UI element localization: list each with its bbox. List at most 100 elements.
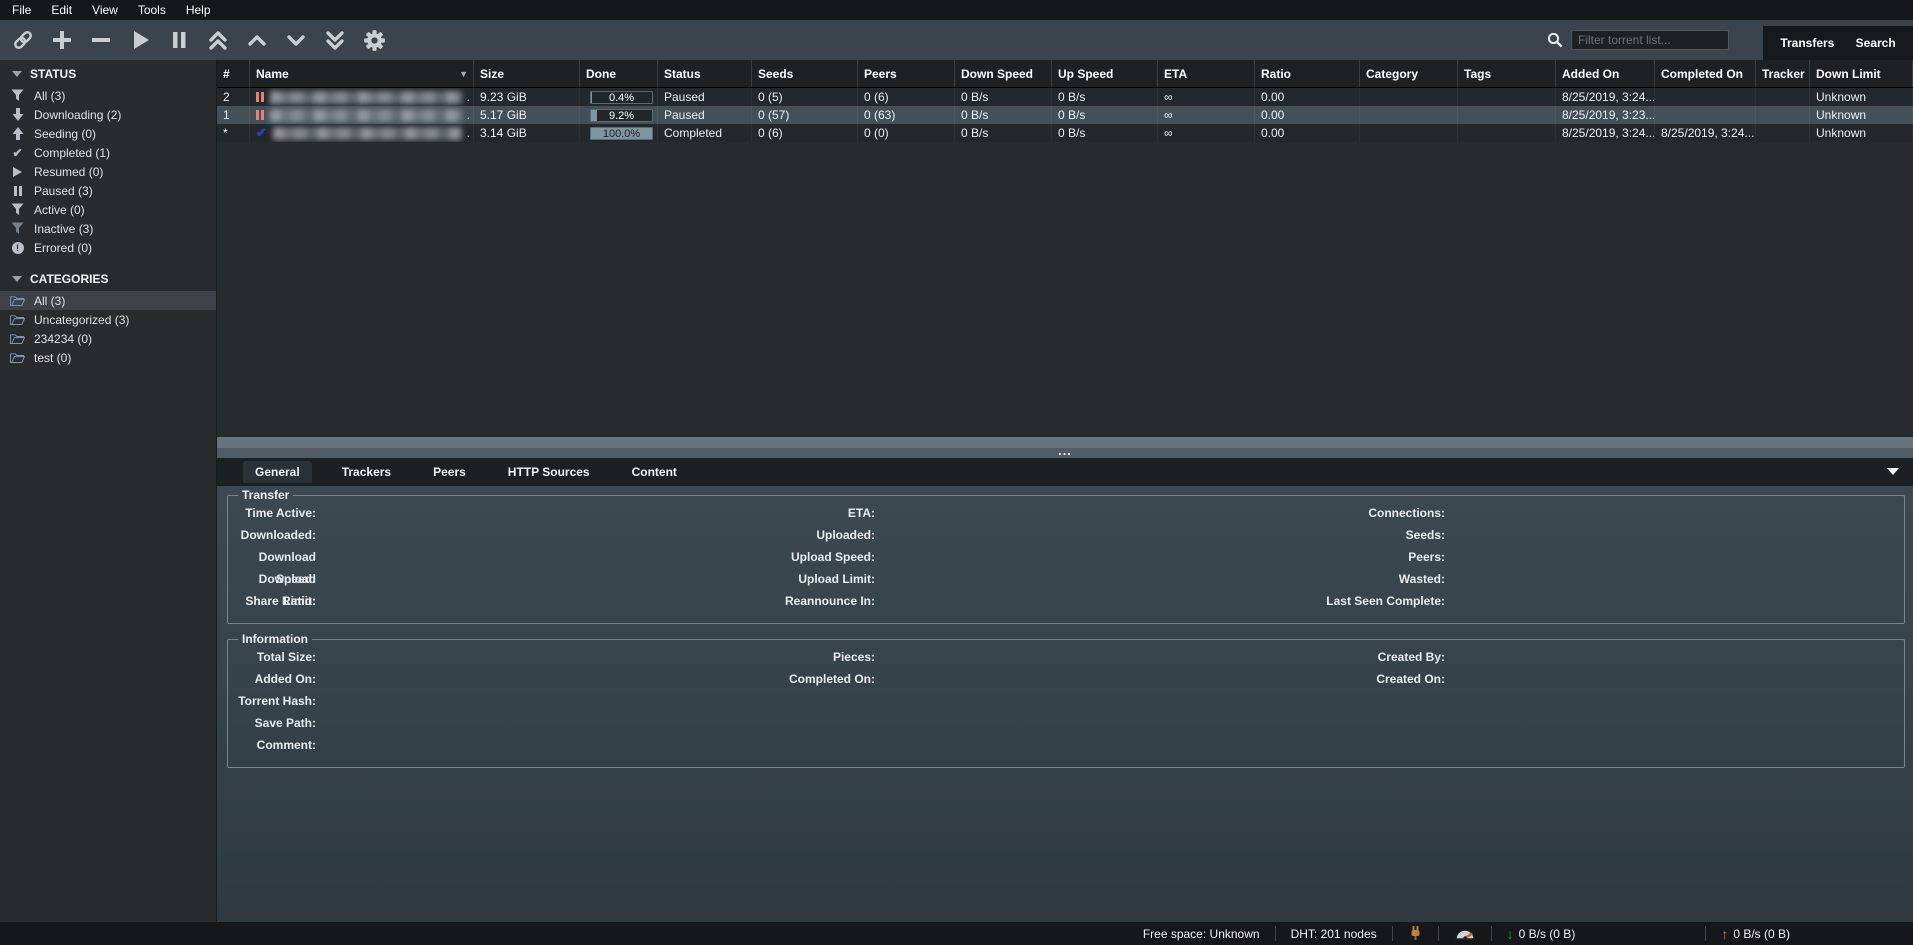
download-arrow-icon: ↓ [1507, 926, 1514, 942]
sidebar-item-seeding[interactable]: Seeding (0) [0, 124, 216, 143]
category-uncategorized[interactable]: Uncategorized (3) [0, 310, 216, 329]
column-header-up-speed[interactable]: Up Speed [1052, 60, 1158, 87]
column-header-status[interactable]: Status [658, 60, 752, 87]
filter-torrent-input[interactable] [1571, 30, 1729, 50]
move-bottom-button[interactable] [322, 27, 348, 53]
sort-desc-icon: ▼ [459, 60, 468, 87]
menu-tools[interactable]: Tools [134, 1, 180, 19]
category-234234[interactable]: 234234 (0) [0, 329, 216, 348]
field-label: Connections: [1235, 502, 1445, 524]
minus-icon [89, 28, 113, 52]
filter-dim-icon [10, 222, 25, 235]
category-test[interactable]: test (0) [0, 348, 216, 367]
add-torrent-button[interactable] [49, 27, 75, 53]
add-link-button[interactable] [10, 27, 36, 53]
panel-splitter-handle[interactable]: ... [217, 448, 1913, 458]
column-header-size[interactable]: Size [474, 60, 580, 87]
tab-transfers[interactable]: Transfers [1776, 34, 1838, 52]
menu-edit[interactable]: Edit [47, 1, 86, 19]
connection-status-icon [1408, 925, 1423, 942]
general-details-panel: Transfer Time Active:ETA:Connections: Do… [217, 486, 1913, 922]
delete-torrent-button[interactable] [88, 27, 114, 53]
transfer-section-title: Transfer [238, 488, 293, 502]
menu-view[interactable]: View [88, 1, 132, 19]
gear-icon [362, 28, 387, 53]
field-label: Time Active: [228, 502, 316, 524]
status-header[interactable]: STATUS [0, 60, 216, 86]
chevron-down-icon [284, 28, 308, 52]
global-upload-speed[interactable]: ↑0 B/s (0 B) [1721, 926, 1790, 942]
move-down-button[interactable] [283, 27, 309, 53]
pause-icon [167, 28, 191, 52]
tab-search[interactable]: Search [1852, 34, 1900, 52]
censored-torrent-name [273, 127, 462, 140]
qbittorrent-webui: File Edit View Tools Help Transfers Sear… [0, 0, 1913, 945]
table-row[interactable]: 2 . 9.23 GiB 0.4% Paused 0 (5) 0 (6) 0 B… [217, 88, 1913, 106]
sidebar-item-resumed[interactable]: Resumed (0) [0, 162, 216, 181]
pause-icon [10, 186, 25, 196]
column-header-ratio[interactable]: Ratio [1255, 60, 1360, 87]
options-button[interactable] [361, 27, 387, 53]
sidebar-item-paused[interactable]: Paused (3) [0, 181, 216, 200]
global-download-speed[interactable]: ↓0 B/s (0 B) [1507, 926, 1576, 942]
field-label: Pieces: [665, 646, 875, 668]
column-header-completed-on[interactable]: Completed On [1655, 60, 1756, 87]
table-row[interactable]: 1 . 5.17 GiB 9.2% Paused 0 (57) 0 (63) 0… [217, 106, 1913, 124]
move-up-button[interactable] [244, 27, 270, 53]
column-header-done[interactable]: Done [580, 60, 658, 87]
column-header-category[interactable]: Category [1360, 60, 1458, 87]
table-row[interactable]: * ✔. 3.14 GiB 100.0% Completed 0 (6) 0 (… [217, 124, 1913, 142]
alt-speed-limits-gauge-icon[interactable] [1454, 926, 1476, 941]
check-icon: ✔ [10, 146, 25, 160]
field-label: Save Path: [228, 712, 316, 734]
link-icon [11, 28, 35, 52]
progress-bar: 9.2% [590, 109, 653, 122]
paused-state-icon [256, 110, 264, 120]
field-label: Added On: [228, 668, 316, 690]
menu-file[interactable]: File [8, 1, 45, 19]
tab-http-sources[interactable]: HTTP Sources [496, 461, 602, 483]
pause-button[interactable] [166, 27, 192, 53]
upload-arrow-icon: ↑ [1721, 926, 1728, 942]
column-header-eta[interactable]: ETA [1158, 60, 1255, 87]
detail-tab-bar: General Trackers Peers HTTP Sources Cont… [217, 458, 1913, 486]
progress-bar: 0.4% [590, 91, 653, 104]
tab-general[interactable]: General [243, 461, 312, 483]
sidebar-item-errored[interactable]: !Errored (0) [0, 238, 216, 257]
column-header-peers[interactable]: Peers [858, 60, 955, 87]
column-header-down-limit[interactable]: Down Limit [1810, 60, 1913, 87]
field-label: ETA: [665, 502, 875, 524]
move-top-button[interactable] [205, 27, 231, 53]
panel-collapse-caret-icon[interactable] [1887, 468, 1899, 475]
tab-content[interactable]: Content [620, 461, 689, 483]
table-header: # Name▼ Size Done Status Seeds Peers Dow… [217, 60, 1913, 88]
toolbar: Transfers Search [0, 20, 1913, 60]
field-label: Upload Limit: [665, 568, 875, 590]
tab-peers[interactable]: Peers [421, 461, 478, 483]
search-icon [1547, 32, 1563, 48]
column-header-seeds[interactable]: Seeds [752, 60, 858, 87]
field-label: Uploaded: [665, 524, 875, 546]
tab-trackers[interactable]: Trackers [330, 461, 403, 483]
column-header-added-on[interactable]: Added On [1556, 60, 1655, 87]
resume-button[interactable] [127, 27, 153, 53]
column-header-name[interactable]: Name▼ [250, 60, 474, 87]
sidebar-item-inactive[interactable]: Inactive (3) [0, 219, 216, 238]
column-header-tags[interactable]: Tags [1458, 60, 1556, 87]
column-header-down-speed[interactable]: Down Speed [955, 60, 1052, 87]
folder-icon [10, 352, 25, 364]
upload-arrow-icon [10, 127, 25, 140]
sidebar-item-completed[interactable]: ✔Completed (1) [0, 143, 216, 162]
category-all[interactable]: All (3) [0, 291, 216, 310]
sidebar-item-all[interactable]: All (3) [0, 86, 216, 105]
field-label: Upload Speed: [665, 546, 875, 568]
column-header-tracker[interactable]: Tracker [1756, 60, 1810, 87]
paused-state-icon [256, 92, 264, 102]
sidebar-item-active[interactable]: Active (0) [0, 200, 216, 219]
column-header-num[interactable]: # [217, 60, 250, 87]
categories-header[interactable]: CATEGORIES [0, 265, 216, 291]
menu-help[interactable]: Help [182, 1, 225, 19]
dht-nodes-label: DHT: 201 nodes [1291, 927, 1377, 941]
field-label: Peers: [1235, 546, 1445, 568]
sidebar-item-downloading[interactable]: Downloading (2) [0, 105, 216, 124]
